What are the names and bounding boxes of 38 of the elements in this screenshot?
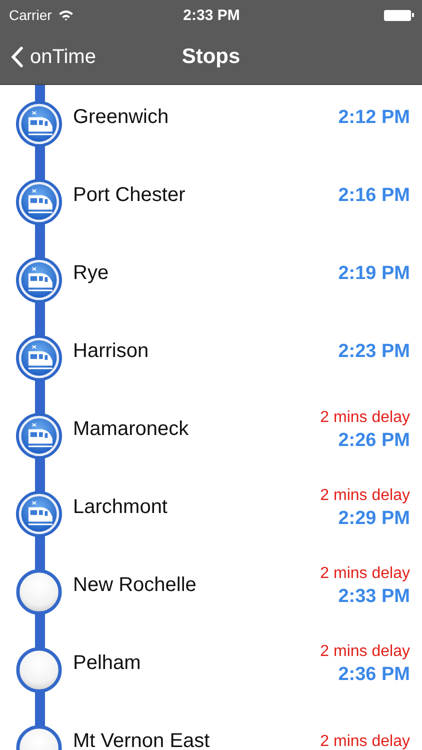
stop-row[interactable]: New Rochelle 2 mins delay 2:33 PM: [0, 553, 422, 631]
stop-name: Mamaroneck: [73, 418, 190, 440]
back-button[interactable]: onTime: [0, 46, 96, 68]
back-chevron-icon: [10, 46, 24, 68]
stop-name: Harrison: [73, 340, 150, 362]
carrier-label: Carrier: [9, 7, 52, 23]
battery-icon: [384, 10, 414, 20]
stop-row[interactable]: Pelham 2 mins delay 2:36 PM: [0, 631, 422, 709]
stop-row[interactable]: Rye 2:19 PM: [0, 241, 422, 319]
stop-name: Mt Vernon East: [73, 730, 211, 750]
arrival-time: 2:19 PM: [338, 263, 410, 285]
wifi-icon: [58, 9, 74, 21]
stop-row[interactable]: Harrison 2:23 PM: [0, 319, 422, 397]
stop-row[interactable]: Mamaroneck 2 mins delay 2:26 PM: [0, 397, 422, 475]
arrival-time: 2:16 PM: [338, 185, 410, 207]
screen-title: Stops: [182, 45, 240, 69]
arrival-time: 2:23 PM: [338, 341, 410, 363]
stop-name: Larchmont: [73, 496, 168, 518]
stop-name: Rye: [73, 262, 110, 284]
delay-label: 2 mins delay: [320, 408, 410, 426]
delay-label: 2 mins delay: [320, 564, 410, 582]
stop-name: Greenwich: [73, 106, 170, 128]
delay-label: 2 mins delay: [320, 486, 410, 504]
stop-row[interactable]: Larchmont 2 mins delay 2:29 PM: [0, 475, 422, 553]
clock-time: 2:33 PM: [183, 6, 240, 24]
stop-row[interactable]: Greenwich 2:12 PM: [0, 85, 422, 163]
arrival-time: 2:36 PM: [338, 664, 410, 686]
stop-row[interactable]: Port Chester 2:16 PM: [0, 163, 422, 241]
stop-name: Port Chester: [73, 184, 186, 206]
arrival-time: 2:12 PM: [338, 107, 410, 129]
delay-label: 2 mins delay: [320, 733, 410, 750]
arrival-time: 2:26 PM: [338, 430, 410, 452]
stop-name: New Rochelle: [73, 574, 198, 596]
stop-name: Pelham: [73, 652, 142, 674]
arrival-time: 2:33 PM: [338, 586, 410, 608]
delay-label: 2 mins delay: [320, 642, 410, 660]
stop-row[interactable]: Mt Vernon East 2 mins delay: [0, 709, 422, 750]
arrival-time: 2:29 PM: [338, 508, 410, 530]
